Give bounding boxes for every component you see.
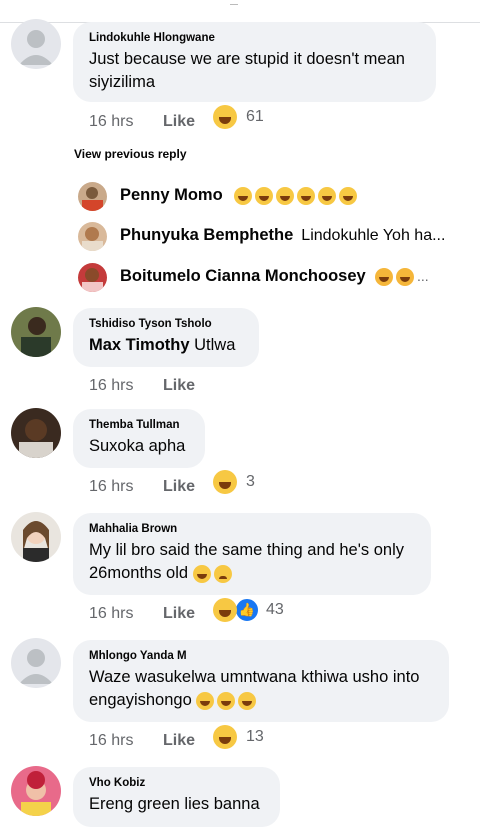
reaction-summary[interactable]: 👍 43 (213, 597, 284, 623)
comment-author[interactable]: Tshidiso Tyson Tsholo (89, 316, 245, 332)
comment-text: Just because we are stupid it doesn't me… (89, 50, 405, 91)
reply-emojis (234, 187, 360, 205)
like-button[interactable]: Like (163, 377, 195, 394)
laughing-emoji-icon (213, 725, 237, 749)
like-button[interactable]: Like (163, 478, 195, 495)
avatar[interactable] (11, 638, 61, 688)
laughing-emoji-icon (217, 691, 236, 710)
reply-author: Penny Momo (120, 186, 223, 204)
comment-time[interactable]: 16 hrs (89, 729, 163, 753)
top-divider (0, 0, 480, 23)
reaction-count: 43 (266, 601, 284, 618)
comment-time[interactable]: 16 hrs (89, 374, 163, 398)
comment-bubble: Mahhalia Brown My lil bro said the same … (73, 513, 431, 595)
reaction-summary[interactable]: 3 (213, 469, 255, 495)
reply-emojis: ... (375, 268, 429, 286)
avatar (78, 182, 107, 211)
like-button[interactable]: Like (163, 605, 195, 622)
avatar (78, 263, 107, 292)
comment-bubble: Vho Kobiz Ereng green lies banna (73, 767, 280, 827)
comment-text: Max Timothy Utlwa (89, 336, 236, 354)
rofl-emoji-icon (297, 187, 315, 205)
comment-bubble: Tshidiso Tyson Tsholo Max Timothy Utlwa (73, 308, 259, 367)
laughing-emoji-icon (255, 187, 273, 205)
rofl-emoji-icon (339, 187, 357, 205)
thumbs-up-icon: 👍 (234, 597, 260, 623)
reply-text: Lindokuhle Yoh ha... (301, 227, 446, 244)
caret-icon (230, 0, 238, 5)
comment-text: Suxoka apha (89, 437, 186, 455)
comment-time[interactable]: 16 hrs (89, 602, 163, 626)
ellipsis: ... (417, 268, 429, 285)
comment-bubble: Themba Tullman Suxoka apha (73, 409, 205, 468)
comment-author[interactable]: Themba Tullman (89, 417, 191, 433)
laughing-emoji-icon (196, 691, 215, 710)
cat-laughing-emoji-icon (396, 268, 414, 286)
comment-meta: 16 hrs Like (89, 374, 195, 398)
avatar[interactable] (11, 19, 61, 69)
avatar[interactable] (11, 512, 61, 562)
reaction-count: 61 (246, 108, 264, 125)
weary-emoji-icon (213, 564, 232, 583)
comment-meta: 16 hrs Like (89, 729, 195, 753)
comment-meta: 16 hrs Like (89, 110, 195, 134)
reaction-count: 13 (246, 728, 264, 745)
cat-laughing-emoji-icon (375, 268, 393, 286)
comment-author[interactable]: Mhlongo Yanda M (89, 648, 435, 664)
avatar[interactable] (11, 307, 61, 357)
comment-time[interactable]: 16 hrs (89, 475, 163, 499)
laughing-emoji-icon (276, 187, 294, 205)
comment-text: Ereng green lies banna (89, 795, 260, 813)
reply-author: Phunyuka Bemphethe Lindokuhle Yoh ha... (120, 226, 446, 244)
comment-author[interactable]: Mahhalia Brown (89, 521, 417, 537)
laughing-emoji-icon (234, 187, 252, 205)
comment-author[interactable]: Vho Kobiz (89, 775, 266, 791)
comment-text: My lil bro said the same thing and he's … (89, 541, 404, 583)
avatar[interactable] (11, 408, 61, 458)
laughing-emoji-icon (213, 598, 237, 622)
comment-text: Waze wasukelwa umntwana kthiwa usho into… (89, 668, 420, 710)
reply-author: Boitumelo Cianna Monchoosey (120, 267, 366, 285)
like-button[interactable]: Like (163, 732, 195, 749)
laughing-emoji-icon (213, 105, 237, 129)
reply-preview[interactable]: Boitumelo Cianna Monchoosey ... (78, 263, 478, 293)
comment-time[interactable]: 16 hrs (89, 110, 163, 134)
comment-meta: 16 hrs Like (89, 602, 195, 626)
comment-meta: 16 hrs Like (89, 475, 195, 499)
laughing-emoji-icon (238, 691, 257, 710)
reaction-count: 3 (246, 473, 255, 490)
mention-link[interactable]: Max Timothy (89, 336, 190, 354)
comment-bubble: Lindokuhle Hlongwane Just because we are… (73, 22, 436, 102)
comment-author[interactable]: Lindokuhle Hlongwane (89, 30, 422, 46)
laughing-emoji-icon (192, 564, 211, 583)
reply-preview[interactable]: Penny Momo (78, 182, 478, 212)
view-previous-reply-link[interactable]: View previous reply (74, 147, 187, 161)
laughing-emoji-icon (213, 470, 237, 494)
comment-bubble: Mhlongo Yanda M Waze wasukelwa umntwana … (73, 640, 449, 722)
like-button[interactable]: Like (163, 113, 195, 130)
reply-preview[interactable]: Phunyuka Bemphethe Lindokuhle Yoh ha... (78, 222, 478, 252)
rofl-emoji-icon (318, 187, 336, 205)
avatar[interactable] (11, 766, 61, 816)
reaction-summary[interactable]: 61 (213, 104, 264, 130)
avatar (78, 222, 107, 251)
reaction-summary[interactable]: 13 (213, 724, 264, 750)
